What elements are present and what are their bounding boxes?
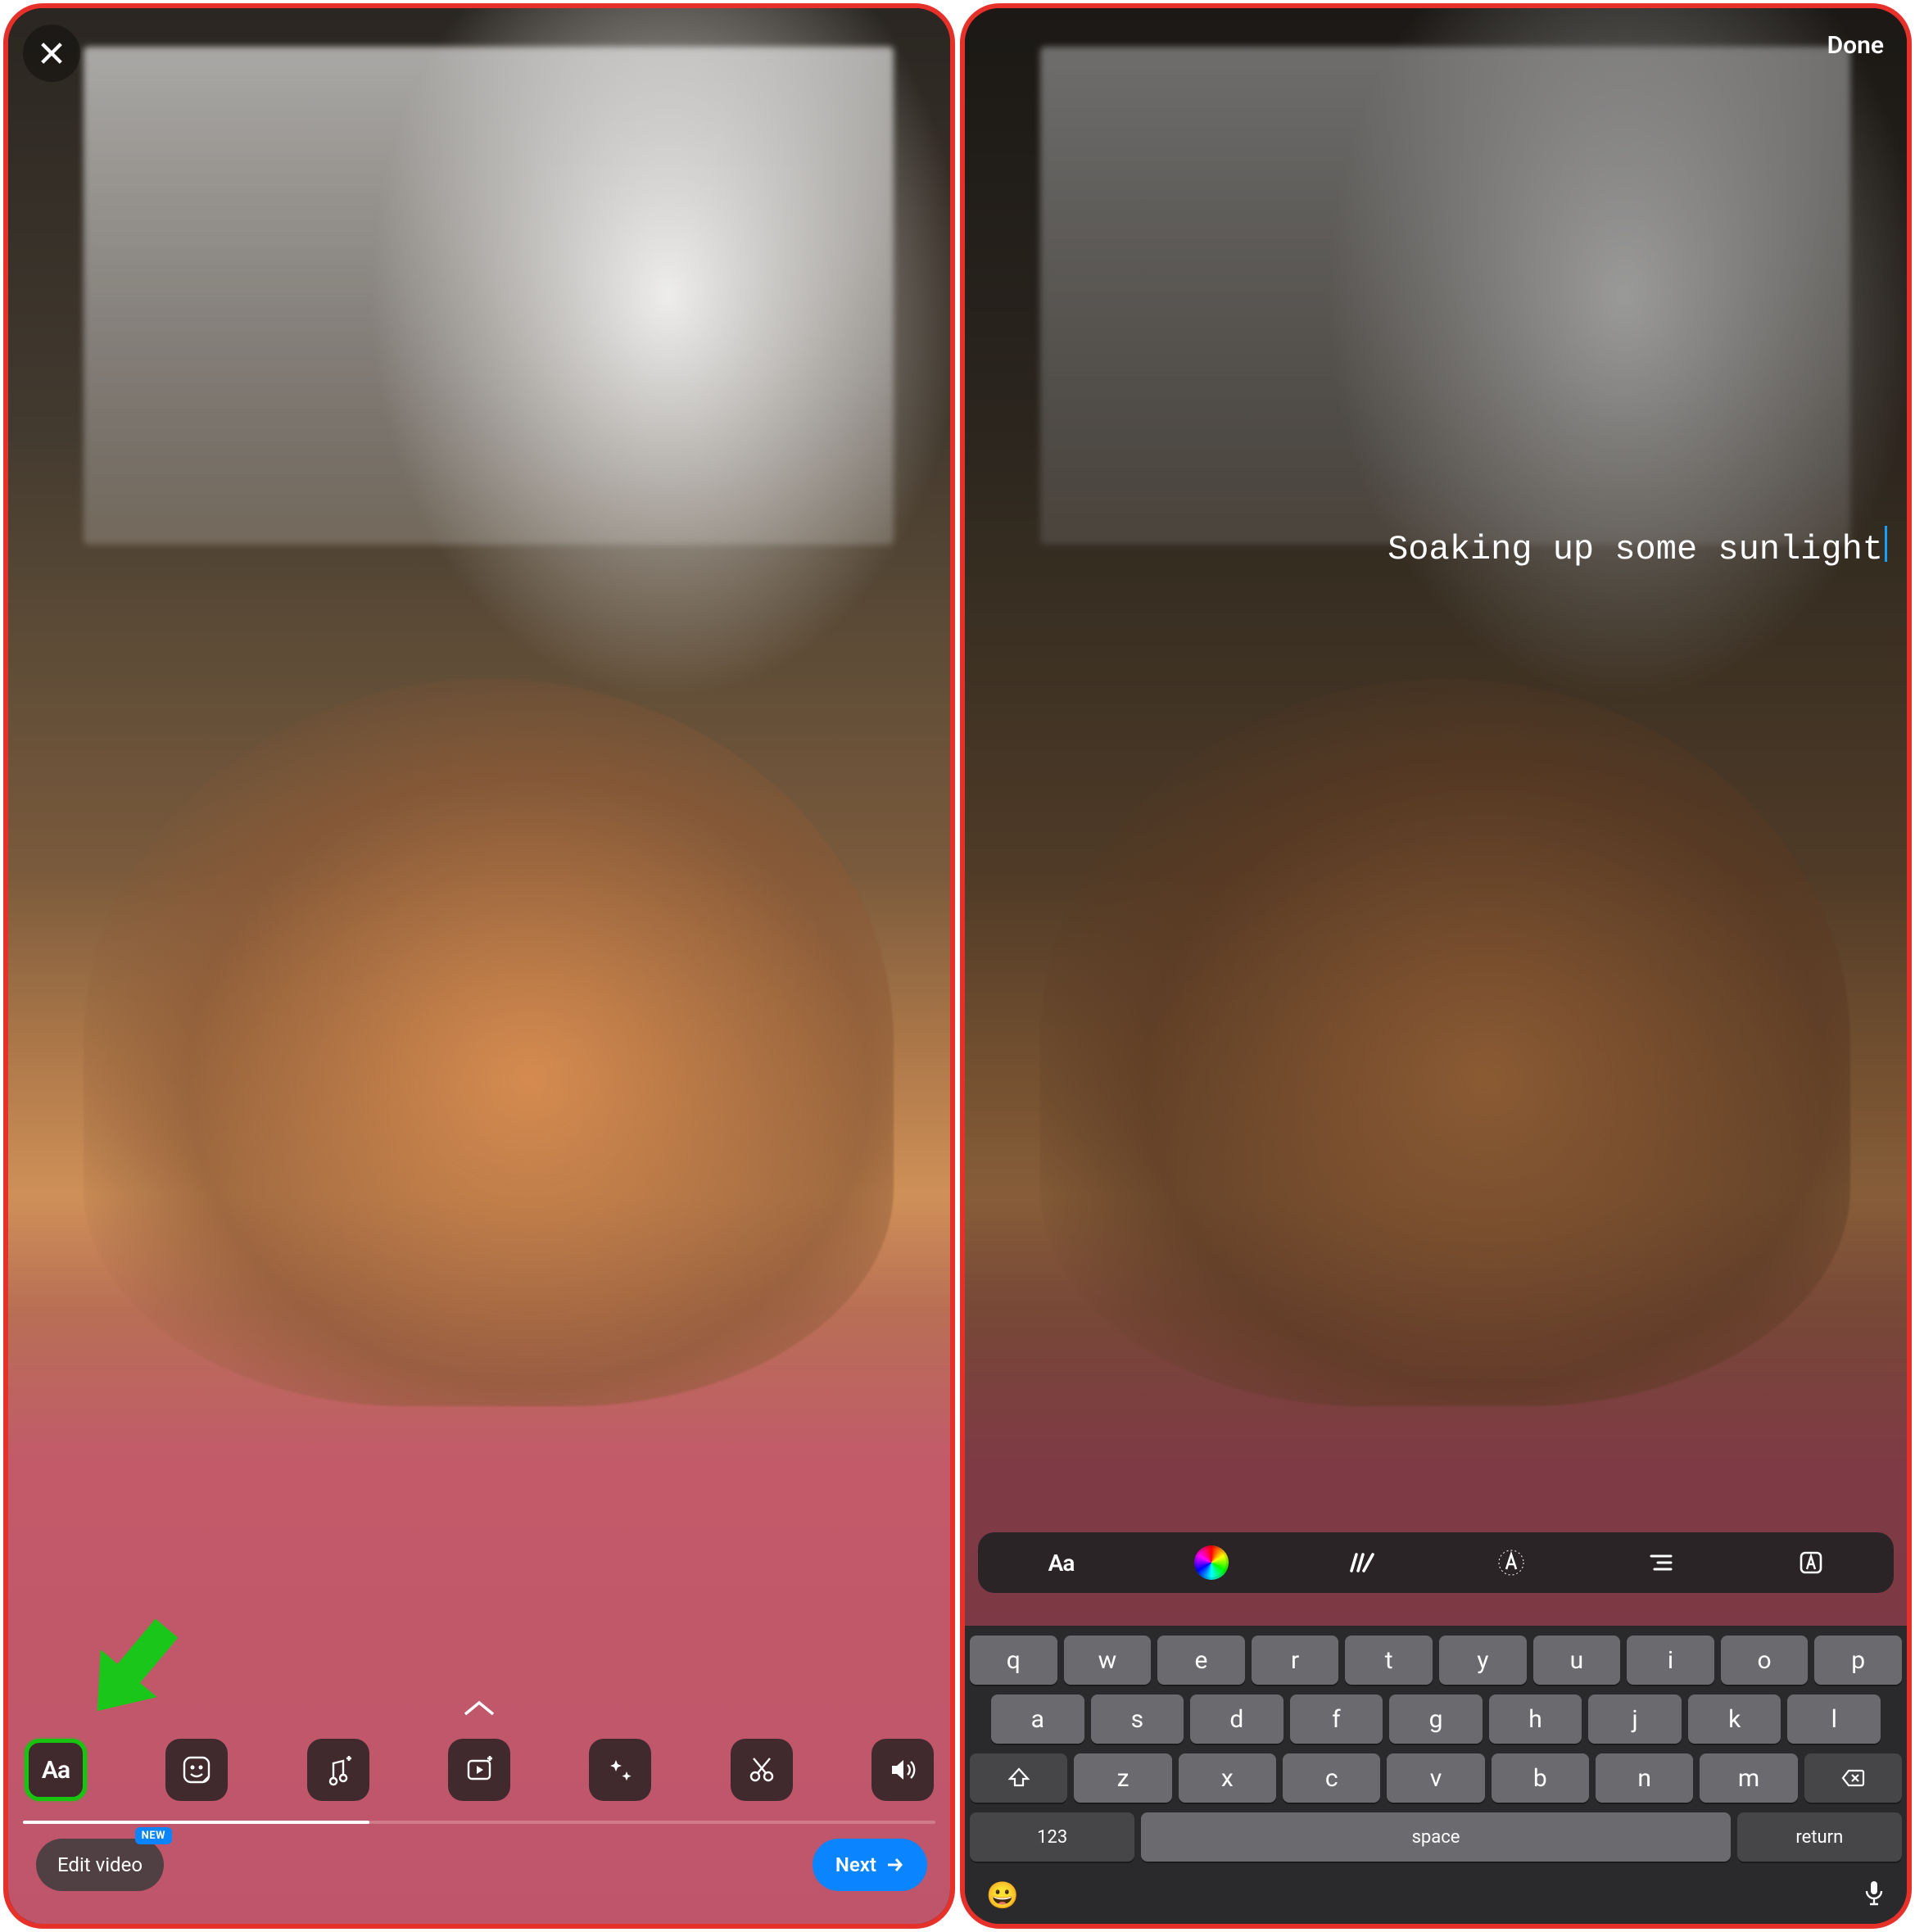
key-k[interactable]: k xyxy=(1688,1694,1781,1744)
story-text-input[interactable]: Soaking up some sunlight xyxy=(1014,526,1887,572)
video-plus-icon xyxy=(463,1753,496,1786)
speaker-icon xyxy=(886,1753,919,1786)
close-button[interactable] xyxy=(23,25,80,82)
backspace-icon xyxy=(1840,1766,1865,1790)
text-background-button[interactable] xyxy=(1786,1541,1836,1585)
music-tool-button[interactable] xyxy=(307,1739,369,1801)
sticker-icon xyxy=(180,1753,213,1786)
shift-icon xyxy=(1007,1766,1031,1790)
emoji-key[interactable]: 😀 xyxy=(986,1880,1019,1911)
key-z[interactable]: z xyxy=(1074,1753,1171,1803)
text-effect-button[interactable] xyxy=(1487,1541,1536,1585)
key-m[interactable]: m xyxy=(1700,1753,1797,1803)
keyboard-row-4: 123 space return xyxy=(970,1812,1902,1862)
key-v[interactable]: v xyxy=(1387,1753,1484,1803)
done-button[interactable]: Done xyxy=(1827,31,1884,60)
space-key-label: space xyxy=(1412,1827,1460,1848)
key-d[interactable]: d xyxy=(1190,1694,1283,1744)
text-box-icon xyxy=(1795,1546,1827,1579)
text-entry-panel: Done Soaking up some sunlight Aa xyxy=(960,3,1912,1929)
key-b[interactable]: b xyxy=(1492,1753,1589,1803)
sparkle-a-icon xyxy=(1495,1546,1528,1579)
shift-key[interactable] xyxy=(970,1753,1067,1803)
key-f[interactable]: f xyxy=(1290,1694,1383,1744)
text-style-button[interactable] xyxy=(1337,1541,1386,1585)
numbers-key-label: 123 xyxy=(1037,1827,1067,1848)
key-p[interactable]: p xyxy=(1814,1636,1902,1685)
alignment-button[interactable] xyxy=(1637,1541,1686,1585)
key-c[interactable]: c xyxy=(1283,1753,1380,1803)
sticker-tool-button[interactable] xyxy=(165,1739,228,1801)
callout-arrow xyxy=(74,1604,197,1727)
key-s[interactable]: s xyxy=(1091,1694,1184,1744)
story-editor-panel: Aa xyxy=(3,3,955,1929)
dictation-key[interactable] xyxy=(1863,1880,1886,1911)
keyboard-row-2: asdfghjkl xyxy=(970,1694,1902,1744)
backspace-key[interactable] xyxy=(1804,1753,1902,1803)
done-label: Done xyxy=(1827,31,1884,60)
next-button[interactable]: Next xyxy=(813,1839,927,1891)
key-g[interactable]: g xyxy=(1389,1694,1483,1744)
font-picker-button[interactable]: Aa xyxy=(1037,1541,1086,1585)
effects-tool-button[interactable] xyxy=(589,1739,651,1801)
key-q[interactable]: q xyxy=(970,1636,1057,1685)
text-cursor xyxy=(1885,526,1887,562)
next-label: Next xyxy=(835,1853,876,1876)
keyboard-row-1: qwertyuiop xyxy=(970,1636,1902,1685)
return-key[interactable]: return xyxy=(1737,1812,1902,1862)
key-e[interactable]: e xyxy=(1157,1636,1245,1685)
keyboard-bottom-row: 😀 xyxy=(970,1871,1902,1914)
swipe-up-indicator[interactable] xyxy=(462,1699,496,1721)
numbers-key[interactable]: 123 xyxy=(970,1812,1134,1862)
editor-tool-row: Aa xyxy=(25,1739,934,1801)
new-badge: NEW xyxy=(135,1827,172,1844)
space-key[interactable]: space xyxy=(1141,1812,1730,1862)
trim-tool-button[interactable] xyxy=(731,1739,793,1801)
key-r[interactable]: r xyxy=(1252,1636,1339,1685)
italic-style-icon xyxy=(1345,1546,1378,1579)
story-text-content: Soaking up some sunlight xyxy=(1388,530,1883,569)
video-progress-fill xyxy=(23,1821,369,1824)
video-progress-track[interactable] xyxy=(23,1821,935,1824)
key-t[interactable]: t xyxy=(1345,1636,1433,1685)
keyboard-row-3: zxcvbnm xyxy=(970,1753,1902,1803)
key-j[interactable]: j xyxy=(1588,1694,1682,1744)
key-a[interactable]: a xyxy=(991,1694,1084,1744)
chevron-up-icon xyxy=(462,1699,496,1717)
key-n[interactable]: n xyxy=(1596,1753,1693,1803)
audio-tool-button[interactable] xyxy=(871,1739,934,1801)
clip-tool-button[interactable] xyxy=(448,1739,510,1801)
edit-video-button[interactable]: Edit video NEW xyxy=(36,1839,164,1891)
arrow-right-icon xyxy=(885,1855,904,1875)
return-key-label: return xyxy=(1795,1827,1843,1848)
key-l[interactable]: l xyxy=(1787,1694,1881,1744)
key-x[interactable]: x xyxy=(1179,1753,1276,1803)
scissors-icon xyxy=(745,1753,778,1786)
text-tool-button[interactable]: Aa xyxy=(25,1739,87,1801)
color-wheel-icon xyxy=(1194,1545,1229,1580)
color-picker-button[interactable] xyxy=(1187,1541,1236,1585)
sparkles-icon xyxy=(604,1753,636,1786)
key-o[interactable]: o xyxy=(1721,1636,1809,1685)
align-right-icon xyxy=(1645,1546,1677,1579)
key-y[interactable]: y xyxy=(1439,1636,1527,1685)
music-plus-icon xyxy=(322,1753,355,1786)
key-i[interactable]: i xyxy=(1627,1636,1714,1685)
edit-video-label: Edit video xyxy=(57,1853,143,1876)
text-style-toolbar: Aa xyxy=(978,1532,1894,1593)
text-tool-label: Aa xyxy=(42,1756,70,1785)
key-h[interactable]: h xyxy=(1489,1694,1582,1744)
key-u[interactable]: u xyxy=(1533,1636,1621,1685)
key-w[interactable]: w xyxy=(1064,1636,1152,1685)
font-picker-label: Aa xyxy=(1048,1550,1075,1577)
close-icon xyxy=(38,39,66,67)
microphone-icon xyxy=(1863,1880,1886,1907)
ios-keyboard: qwertyuiop asdfghjkl zxcvbnm 123 space r… xyxy=(965,1626,1907,1924)
